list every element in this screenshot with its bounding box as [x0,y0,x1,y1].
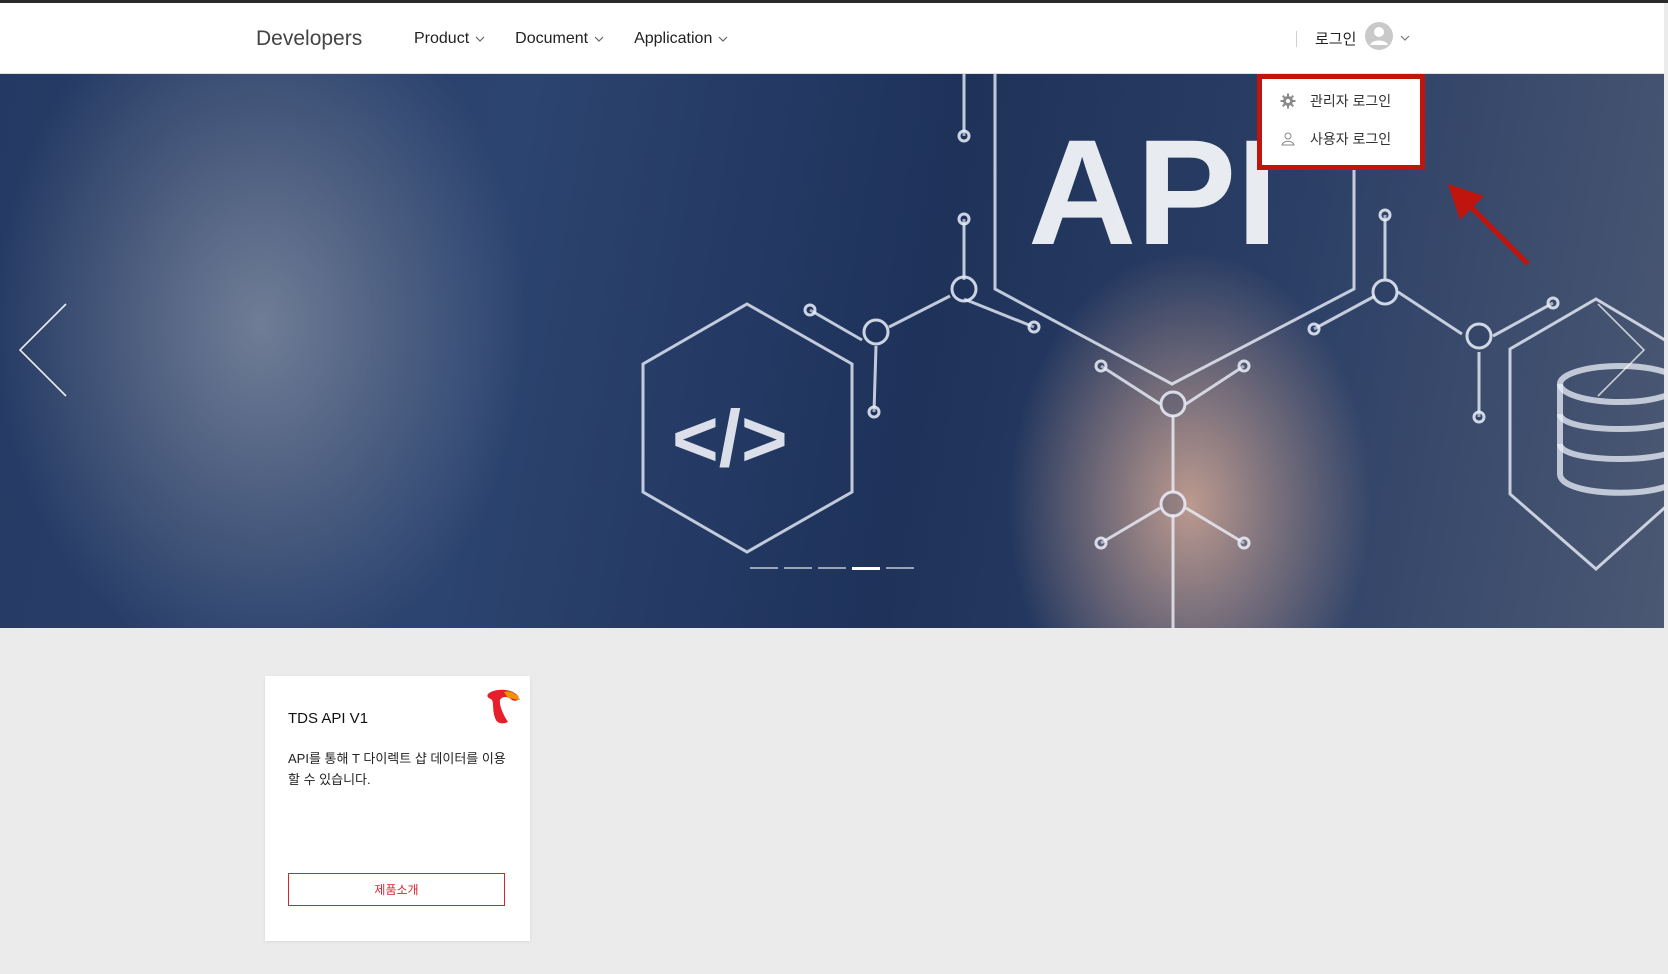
card-description: API를 통해 T 다이렉트 샵 데이터를 이용할 수 있습니다. [288,751,506,787]
gear-icon [1280,93,1296,109]
t-brand-logo-icon [487,689,520,724]
user-login-item[interactable]: 사용자 로그인 [1280,129,1391,149]
nav-document-label: Document [515,30,589,47]
admin-login-item[interactable]: 관리자 로그인 [1280,91,1391,111]
carousel-indicator[interactable] [750,567,778,569]
nav-application[interactable]: Application [634,30,728,48]
carousel-prev-button[interactable] [10,294,74,406]
carousel-indicator[interactable] [818,567,846,569]
product-intro-button[interactable]: 제품소개 [288,873,505,906]
annotation-arrow-icon [1448,184,1530,266]
nav-product-label: Product [414,30,470,47]
admin-login-label: 관리자 로그인 [1310,93,1392,109]
card-title: TDS API V1 [288,710,369,727]
carousel-indicator[interactable] [886,567,914,569]
product-card: TDS API V1 API를 통해 T 다이렉트 샵 데이터를 이용할 수 있… [265,676,530,941]
nav-application-label: Application [634,30,713,47]
carousel-indicator[interactable] [784,567,812,569]
avatar-icon[interactable] [1364,21,1394,51]
header-divider [1296,31,1297,47]
hero-api-text: API [1028,108,1278,276]
carousel-indicators [750,567,914,570]
user-icon [1281,132,1295,146]
login-link[interactable]: 로그인 [1315,28,1356,49]
hero-code-text: </> [672,394,788,483]
brand-logo-text[interactable]: Developers [256,27,362,51]
carousel-next-button[interactable] [1590,294,1654,406]
nav-product[interactable]: Product [414,30,485,48]
chevron-down-icon [594,36,604,42]
chevron-down-icon [718,36,728,42]
main-nav: Product Document Application [414,30,758,48]
chevron-down-icon [475,36,485,42]
site-header: Developers Product Document Application … [0,3,1664,74]
nav-document[interactable]: Document [515,30,604,48]
login-dropdown-menu: 관리자 로그인 사용자 로그인 [1257,74,1425,170]
chevron-down-icon[interactable] [1400,33,1410,43]
user-login-label: 사용자 로그인 [1310,131,1392,147]
carousel-indicator[interactable] [852,567,880,570]
